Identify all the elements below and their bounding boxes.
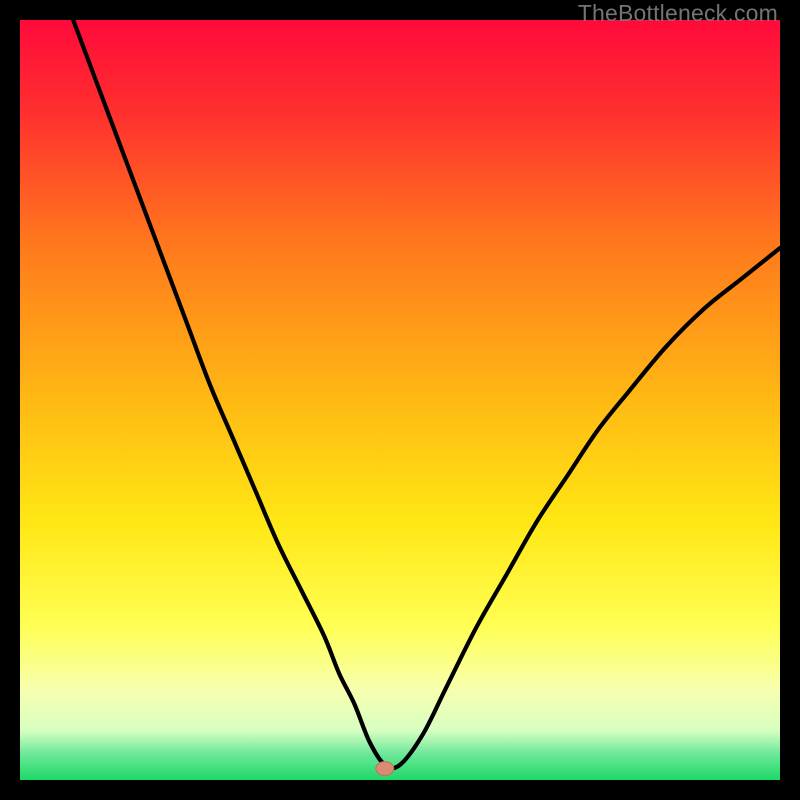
minimum-marker <box>376 762 394 776</box>
gradient-background <box>20 20 780 780</box>
chart-frame <box>20 20 780 780</box>
bottleneck-chart <box>20 20 780 780</box>
watermark-text: TheBottleneck.com <box>578 0 778 27</box>
